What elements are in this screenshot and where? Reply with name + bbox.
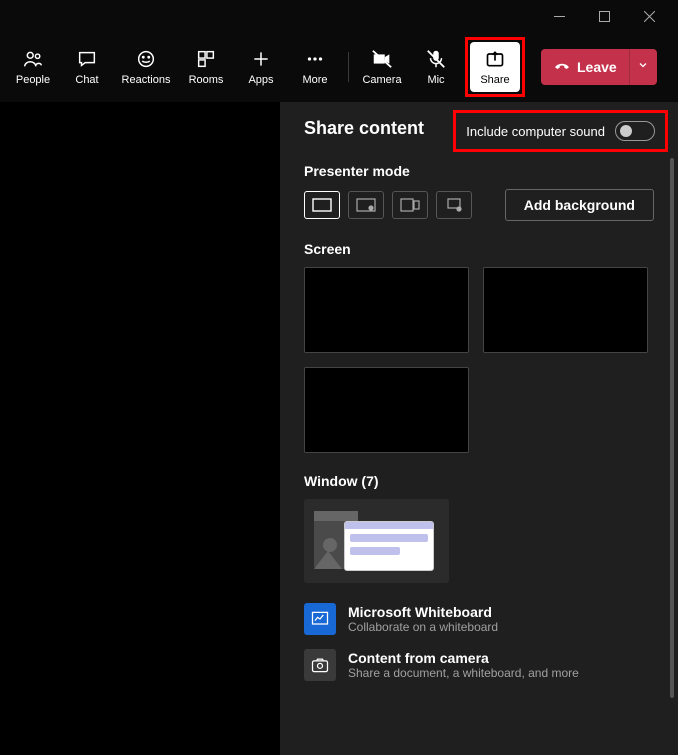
presenter-mode-row: Add background xyxy=(304,189,654,221)
panel-scrollbar[interactable] xyxy=(670,158,674,698)
share-content-panel: Share content Include computer sound Pre… xyxy=(280,102,678,755)
presenter-mode-title: Presenter mode xyxy=(304,163,654,179)
chat-button[interactable]: Chat xyxy=(60,37,114,97)
leave-button[interactable]: Leave xyxy=(541,49,629,85)
chat-icon xyxy=(76,48,98,70)
presenter-mode-reporter[interactable] xyxy=(436,191,472,219)
camera-off-icon xyxy=(371,48,393,70)
toggle-knob xyxy=(620,125,632,137)
more-button[interactable]: More xyxy=(288,37,342,97)
close-button[interactable] xyxy=(627,0,672,32)
share-label: Share xyxy=(480,74,509,86)
whiteboard-option[interactable]: Microsoft Whiteboard Collaborate on a wh… xyxy=(304,603,654,635)
mic-label: Mic xyxy=(427,74,444,86)
share-button[interactable]: Share xyxy=(470,42,520,92)
people-icon xyxy=(22,48,44,70)
screen-thumbnail-1[interactable] xyxy=(304,267,469,353)
reactions-button[interactable]: Reactions xyxy=(114,37,178,97)
apps-icon xyxy=(250,48,272,70)
leave-label: Leave xyxy=(577,59,617,75)
reactions-icon xyxy=(135,48,157,70)
add-background-button[interactable]: Add background xyxy=(505,189,654,221)
toolbar-separator xyxy=(348,52,349,82)
chat-label: Chat xyxy=(75,74,98,86)
include-sound-label: Include computer sound xyxy=(466,124,605,139)
presenter-mode-standout[interactable] xyxy=(348,191,384,219)
more-icon xyxy=(304,48,326,70)
screen-thumbnail-2[interactable] xyxy=(483,267,648,353)
main-area: Share content Include computer sound Pre… xyxy=(0,102,678,755)
maximize-button[interactable] xyxy=(582,0,627,32)
presenter-mode-side-by-side[interactable] xyxy=(392,191,428,219)
whiteboard-subtitle: Collaborate on a whiteboard xyxy=(348,620,498,634)
screen-thumbnails xyxy=(304,267,654,453)
meeting-toolbar: People Chat Reactions Rooms Apps More xyxy=(0,32,678,102)
presenter-mode-content-only[interactable] xyxy=(304,191,340,219)
apps-label: Apps xyxy=(248,74,273,86)
whiteboard-title: Microsoft Whiteboard xyxy=(348,604,498,620)
leave-button-group: Leave xyxy=(541,49,657,85)
share-icon xyxy=(484,48,506,70)
rooms-label: Rooms xyxy=(189,74,224,86)
rooms-icon xyxy=(195,48,217,70)
apps-button[interactable]: Apps xyxy=(234,37,288,97)
whiteboard-text: Microsoft Whiteboard Collaborate on a wh… xyxy=(348,604,498,634)
chevron-down-icon xyxy=(637,58,649,76)
screen-thumbnail-3[interactable] xyxy=(304,367,469,453)
content-camera-text: Content from camera Share a document, a … xyxy=(348,650,579,680)
camera-label: Camera xyxy=(362,74,401,86)
content-camera-icon xyxy=(304,649,336,681)
panel-header: Share content Include computer sound xyxy=(304,118,654,139)
people-label: People xyxy=(16,74,50,86)
include-sound-highlight-box: Include computer sound xyxy=(453,110,668,152)
hangup-icon xyxy=(553,57,571,78)
window-stack-thumbnail[interactable] xyxy=(304,499,449,583)
whiteboard-icon xyxy=(304,603,336,635)
screen-section-title: Screen xyxy=(304,241,654,257)
leave-dropdown[interactable] xyxy=(629,49,657,85)
reactions-label: Reactions xyxy=(122,74,171,86)
rooms-button[interactable]: Rooms xyxy=(178,37,234,97)
minimize-button[interactable] xyxy=(537,0,582,32)
more-label: More xyxy=(302,74,327,86)
content-camera-subtitle: Share a document, a whiteboard, and more xyxy=(348,666,579,680)
share-highlight-box: Share xyxy=(465,37,525,97)
people-button[interactable]: People xyxy=(6,37,60,97)
content-camera-title: Content from camera xyxy=(348,650,579,666)
window-front-icon xyxy=(344,521,434,571)
window-thumbnails xyxy=(304,499,654,583)
include-sound-toggle[interactable] xyxy=(615,121,655,141)
content-from-camera-option[interactable]: Content from camera Share a document, a … xyxy=(304,649,654,681)
mic-button[interactable]: Mic xyxy=(409,37,463,97)
panel-title: Share content xyxy=(304,118,424,139)
mic-off-icon xyxy=(425,48,447,70)
camera-button[interactable]: Camera xyxy=(355,37,409,97)
titlebar xyxy=(0,0,678,32)
window-section-title: Window (7) xyxy=(304,473,654,489)
